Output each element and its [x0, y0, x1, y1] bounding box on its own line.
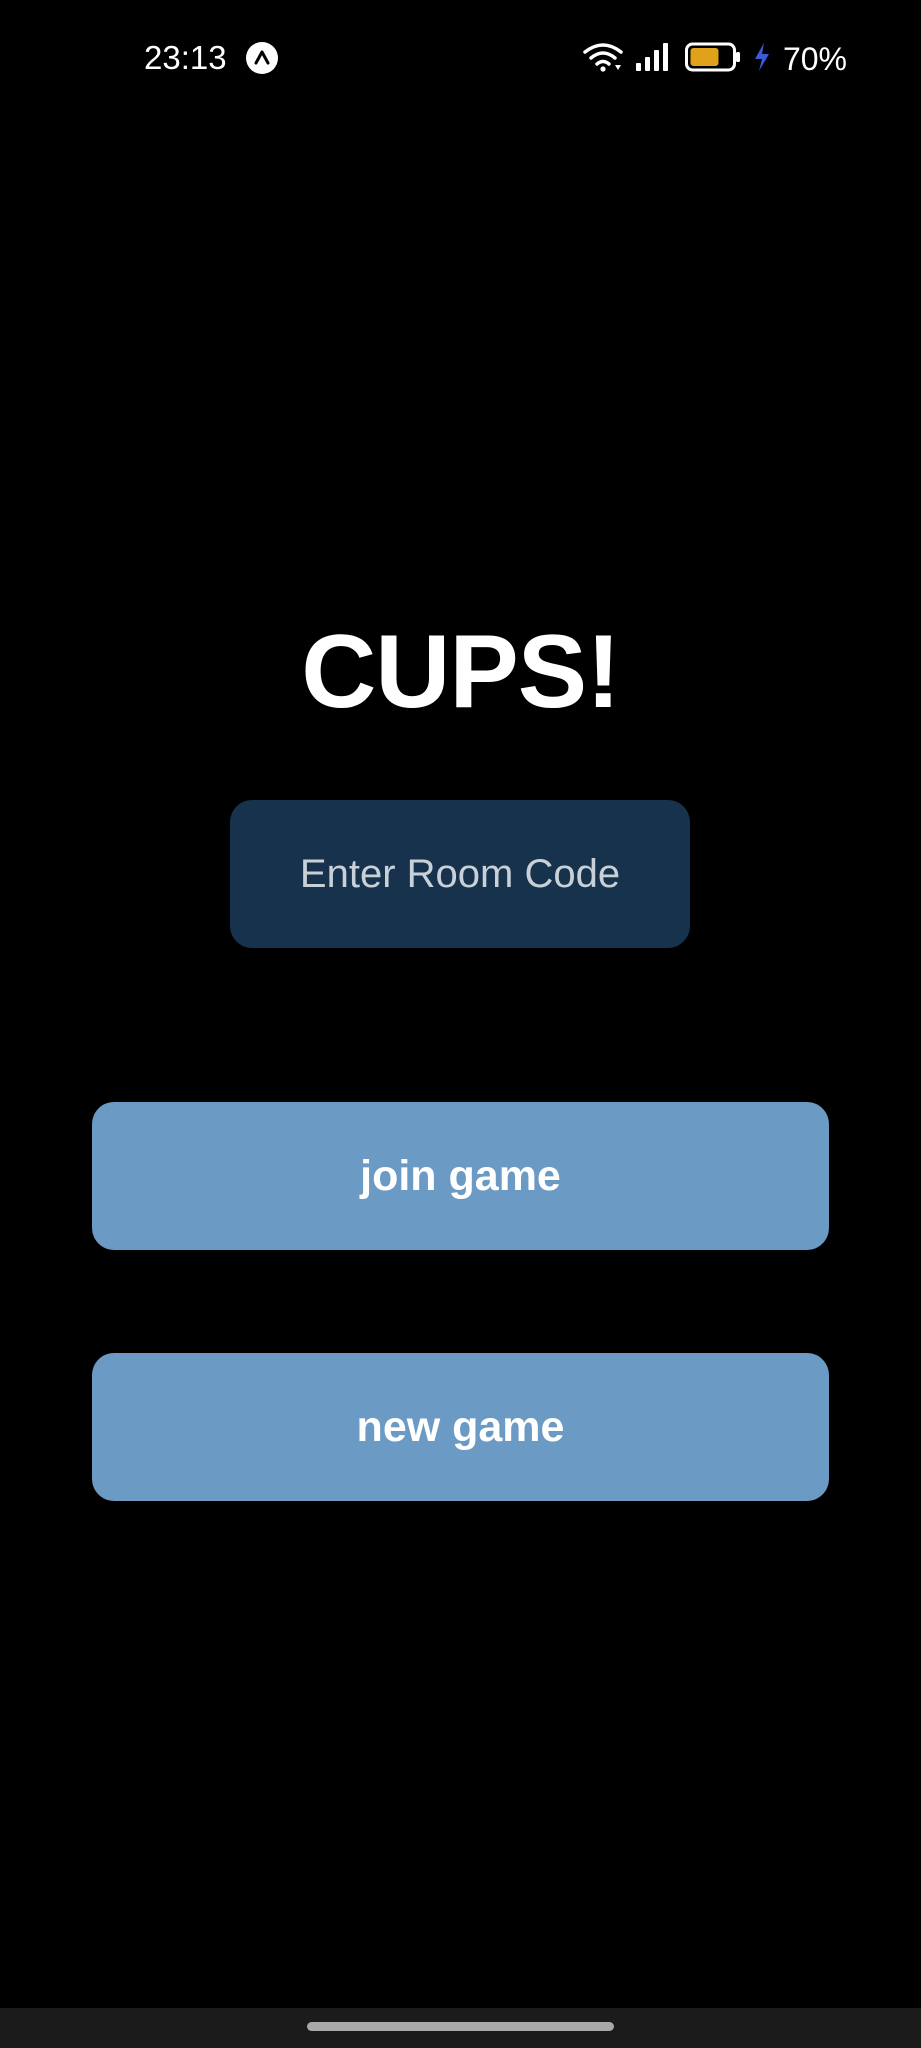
battery-percent: 70% — [782, 41, 847, 77]
signal-icon — [635, 42, 673, 77]
status-bar: 23:13 70% — [0, 0, 921, 118]
new-game-button[interactable]: new game — [92, 1353, 829, 1501]
lightning-icon — [753, 42, 771, 77]
join-game-button[interactable]: join game — [92, 1102, 829, 1250]
caret-up-icon — [246, 42, 278, 74]
room-code-input[interactable] — [230, 800, 690, 948]
status-time: 23:13 — [144, 39, 227, 76]
wifi-icon — [583, 41, 623, 78]
status-icons: 70% — [583, 40, 847, 78]
battery-icon — [684, 42, 741, 77]
app-title: CUPS! — [301, 614, 621, 730]
navigation-bar — [0, 2008, 921, 2048]
home-gesture-handle[interactable] — [307, 2022, 614, 2031]
